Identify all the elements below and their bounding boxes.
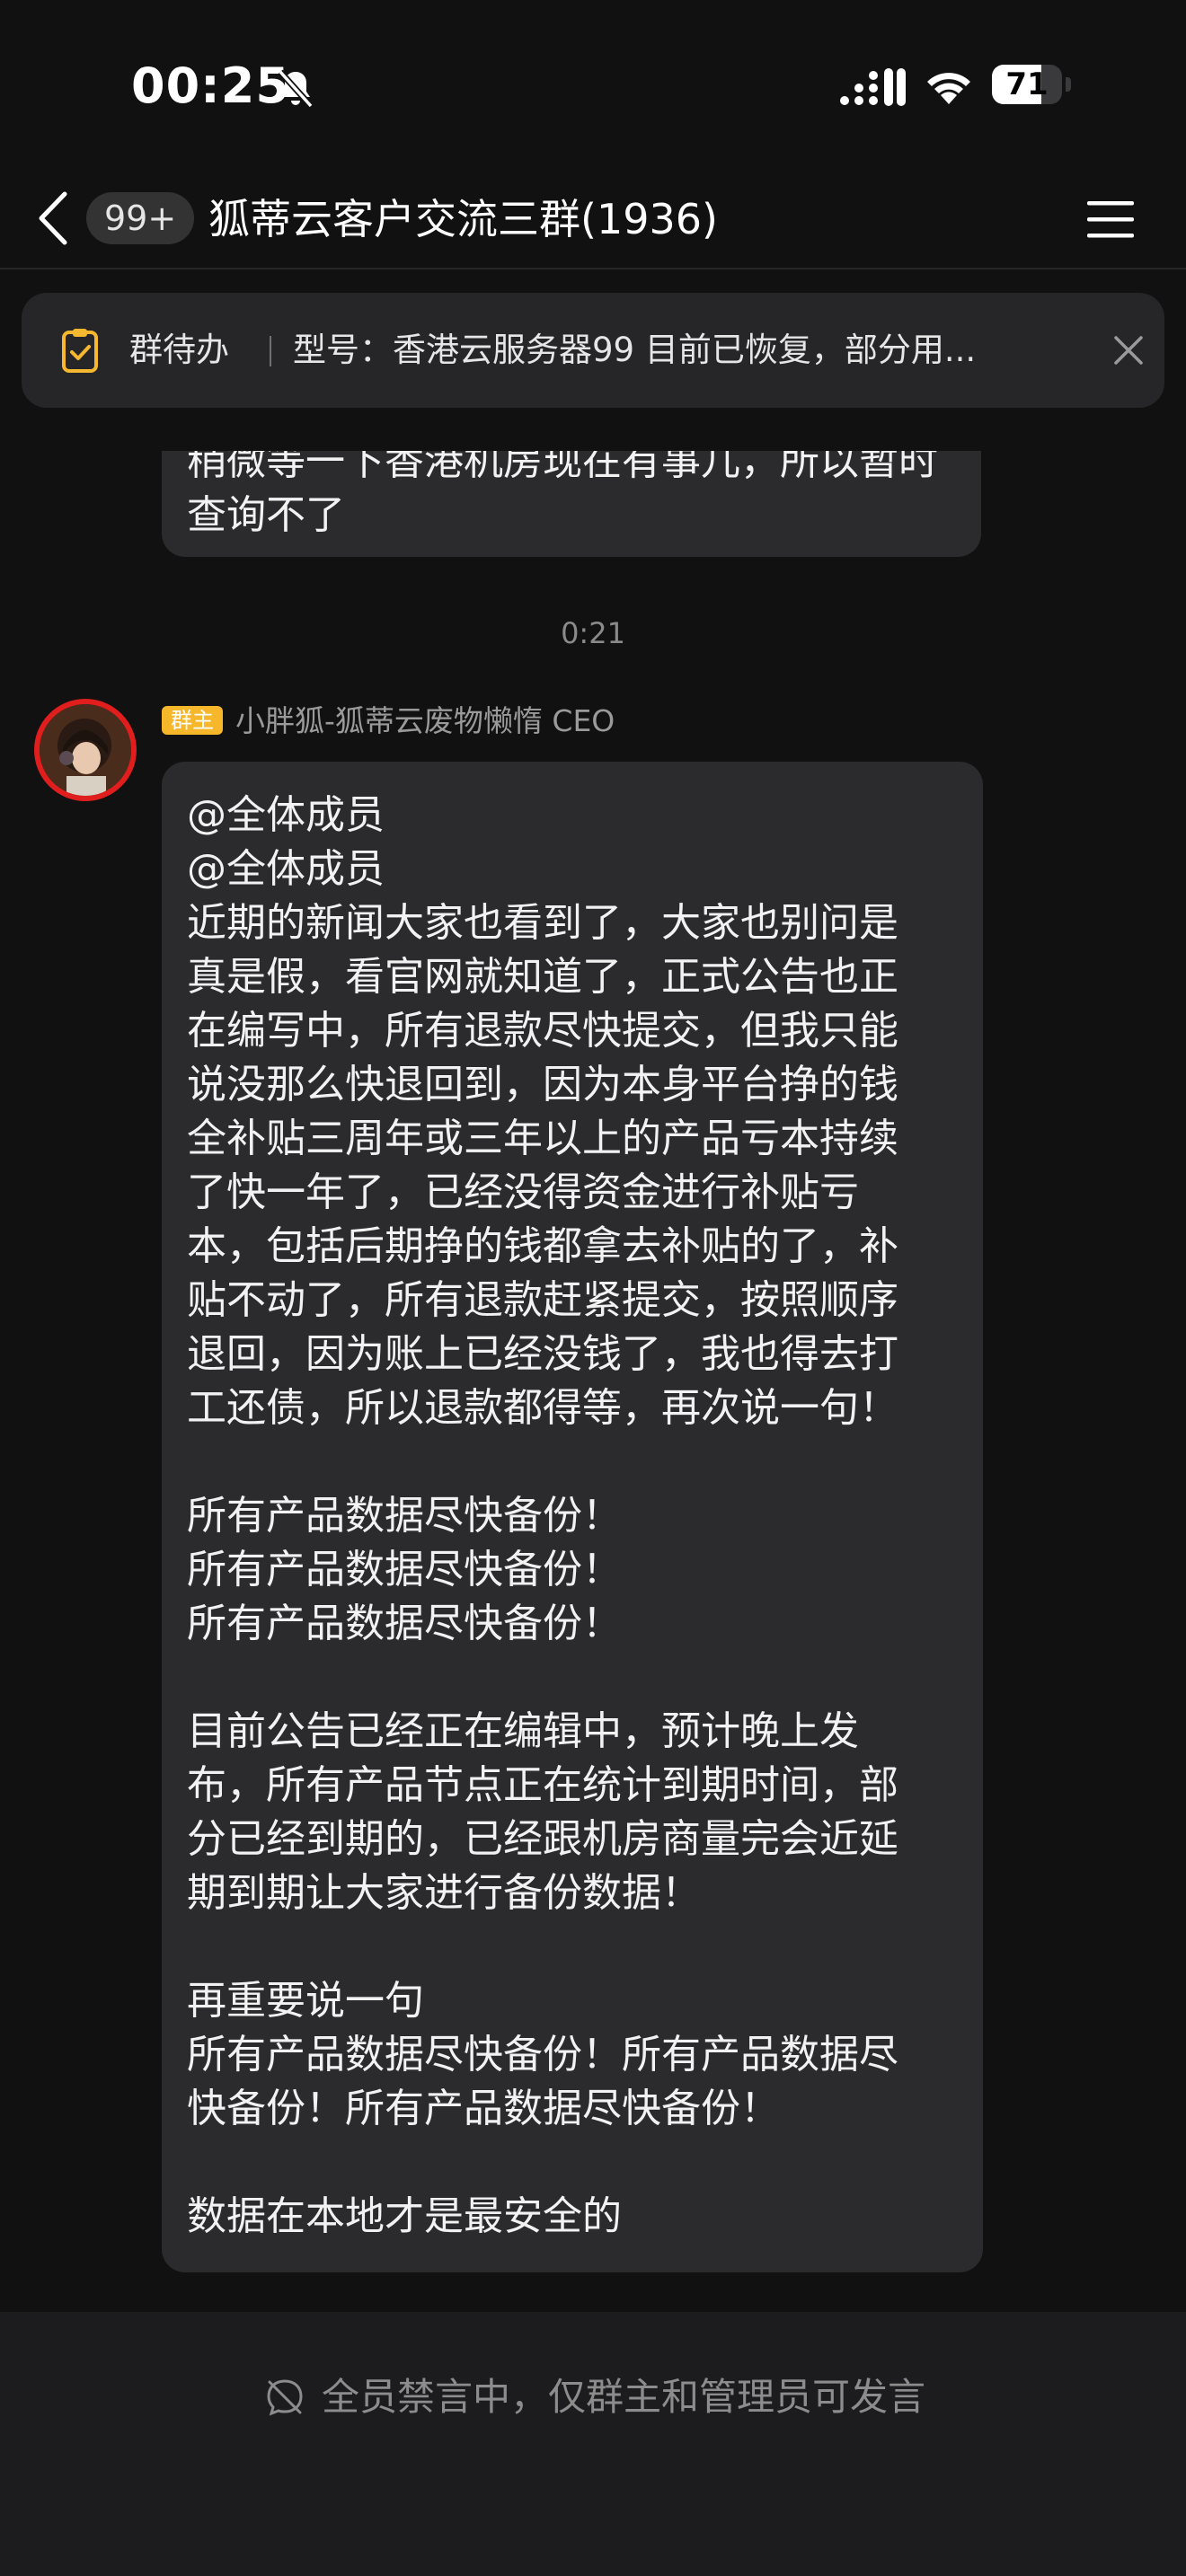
announcement-line: 所有产品数据尽快备份！ — [187, 1547, 622, 1592]
announcement-line: 数据在本地才是最安全的 — [187, 2193, 622, 2239]
announcement-line: 分已经到期的，已经跟机房商量完会近延 — [187, 1816, 898, 1862]
announcement-line: 说没那么快退回到，因为本身平台挣的钱 — [187, 1062, 898, 1107]
avatar[interactable] — [34, 699, 137, 801]
message-line: 查询不了 — [187, 492, 345, 538]
announcement-line: 退回，因为账上已经没钱了，我也得去打 — [187, 1331, 898, 1377]
announcement-line: @全体成员 — [187, 846, 385, 892]
no-speaking-icon — [267, 2379, 303, 2416]
status-time: 00:25 — [131, 57, 290, 114]
announcement-line: 近期的新闻大家也看到了，大家也别问是 — [187, 900, 898, 946]
message-timestamp: 0:21 — [561, 616, 625, 650]
message-bubble-partial[interactable]: 稍微等一下香港机房现在有事儿，所以暂时 查询不了 — [162, 451, 981, 557]
battery-icon: 71 — [992, 65, 1073, 106]
announcement-line: 期到期让大家进行备份数据！ — [187, 1870, 701, 1916]
announcement-line: 了快一年了，已经没得资金进行补贴亏 — [187, 1169, 859, 1215]
announcement-line: 布，所有产品节点正在统计到期时间，部 — [187, 1762, 898, 1808]
todo-divider — [270, 336, 271, 366]
owner-badge: 群主 — [162, 706, 223, 735]
announcement-line — [187, 2136, 965, 2190]
announcement-line: 再重要说一句 — [187, 1978, 424, 2024]
announcement-line: 贴不动了，所有退款赶紧提交，按照顺序 — [187, 1277, 898, 1323]
announcement-line: 目前公告已经正在编辑中，预计晚上发 — [187, 1708, 859, 1754]
announcement-line: @全体成员 — [187, 792, 385, 838]
announcement-line — [187, 1435, 965, 1489]
announcement-line: 真是假，看官网就知道了，正式公告也正 — [187, 954, 898, 1000]
pinned-todo-banner[interactable]: 群待办 型号：香港云服务器99 目前已恢复，部分用... — [22, 293, 1164, 408]
wifi-icon — [927, 73, 970, 104]
back-icon[interactable] — [32, 185, 77, 251]
announcement-line: 所有产品数据尽快备份！ — [187, 1601, 622, 1646]
mute-notice: 全员禁言中，仅群主和管理员可发言 — [322, 2375, 926, 2419]
chat-header: 99+ 狐蒂云客户交流三群(1936) — [0, 171, 1186, 269]
announcement-line: 所有产品数据尽快备份！ — [187, 1493, 622, 1539]
chat-title[interactable]: 狐蒂云客户交流三群(1936) — [208, 187, 718, 251]
close-icon[interactable] — [1111, 332, 1146, 368]
todo-label: 群待办 — [129, 331, 229, 369]
battery-level: 71 — [1005, 66, 1049, 102]
announcement-line: 在编写中，所有退款尽快提交，但我只能 — [187, 1008, 898, 1054]
announcement-line: 全补贴三周年或三年以上的产品亏本持续 — [187, 1116, 898, 1161]
announcement-text: @全体成员 @全体成员近期的新闻大家也看到了，大家也别问是 真是假，看官网就知道了，… — [187, 789, 965, 2244]
announcement-line — [187, 1651, 965, 1705]
todo-text: 型号：香港云服务器99 目前已恢复，部分用... — [293, 331, 977, 369]
announcement-line: 所有产品数据尽快备份！所有产品数据尽 — [187, 2032, 898, 2078]
input-bar-muted: 全员禁言中，仅群主和管理员可发言 — [0, 2312, 1186, 2576]
avatar-illustration — [40, 704, 131, 796]
bell-muted-icon — [278, 69, 314, 109]
announcement-line: 工还债，所以退款都得等，再次说一句！ — [187, 1385, 898, 1431]
sender-name[interactable]: 小胖狐-狐蒂云废物懒惰 CEO — [235, 701, 615, 742]
todo-icon — [62, 329, 98, 373]
signal-icon — [840, 68, 906, 106]
message-line: 稍微等一下香港机房现在有事儿，所以暂时 — [187, 451, 938, 484]
status-bar: 00:25 71 — [0, 0, 1186, 171]
announcement-line: 本，包括后期挣的钱都拿去补贴的了，补 — [187, 1223, 898, 1269]
menu-icon[interactable] — [1084, 194, 1137, 244]
unread-badge[interactable]: 99+ — [86, 192, 195, 244]
announcement-line — [187, 1920, 965, 1974]
announcement-bubble[interactable]: @全体成员 @全体成员近期的新闻大家也看到了，大家也别问是 真是假，看官网就知道了，… — [162, 762, 983, 2272]
announcement-line: 快备份！所有产品数据尽快备份！ — [187, 2086, 780, 2131]
